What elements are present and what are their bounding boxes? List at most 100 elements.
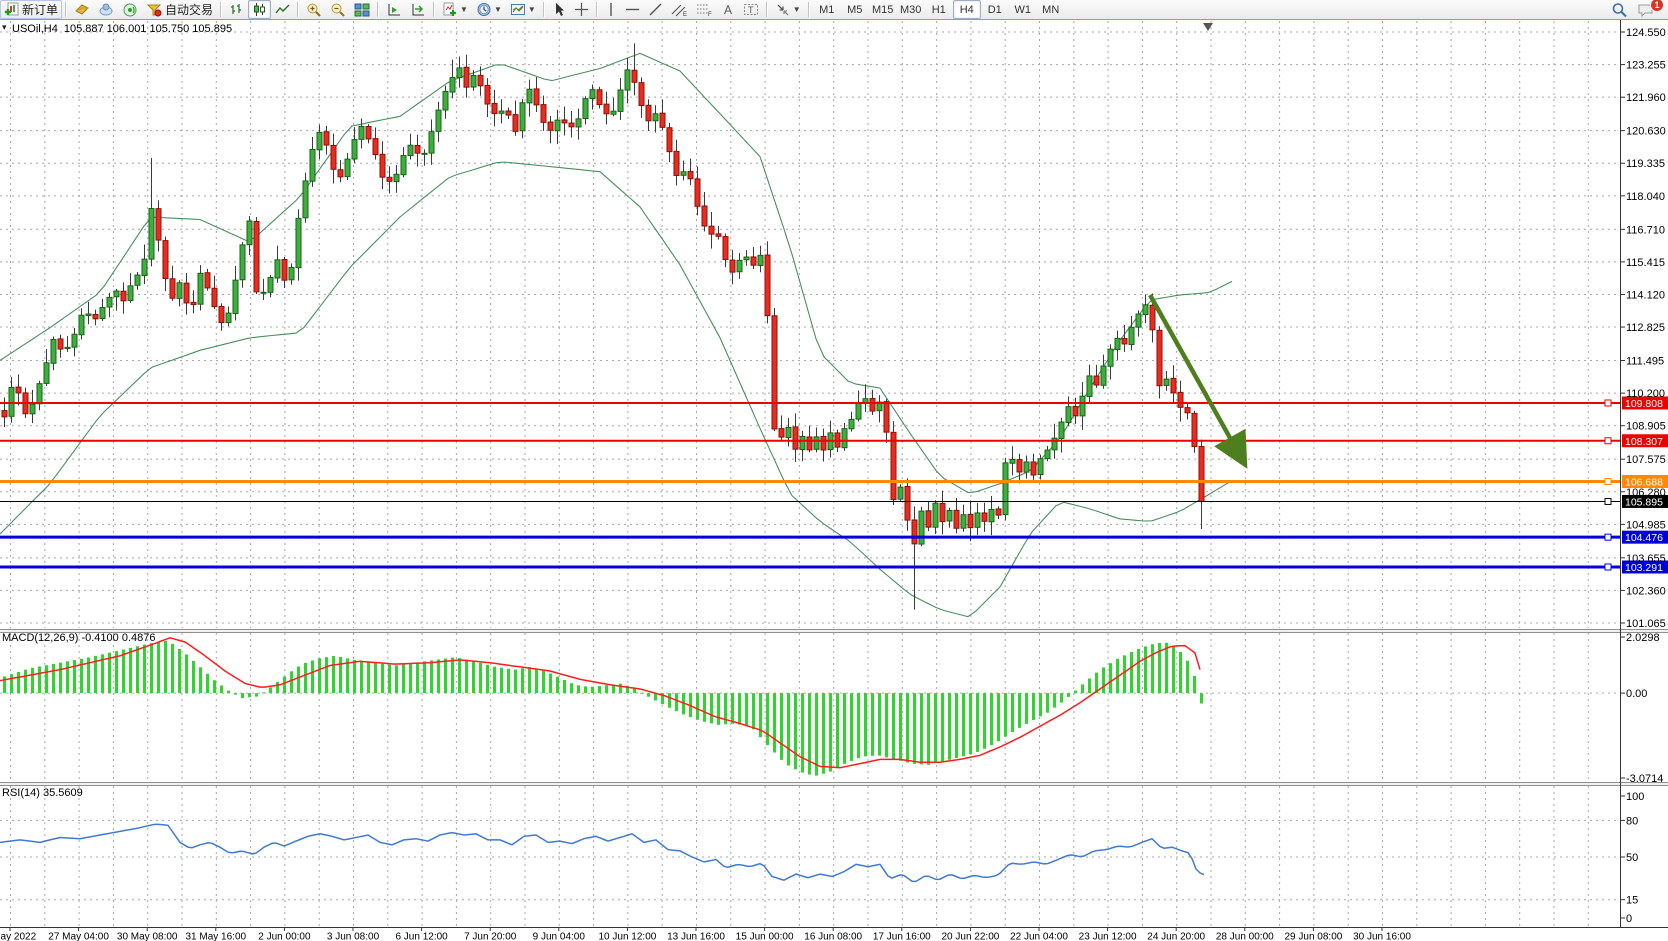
horizontal-line-icon (625, 2, 640, 17)
notifications-button[interactable]: 1 (1633, 0, 1660, 19)
indicators-button[interactable]: ▼ (438, 0, 472, 19)
timeframe-button-m1[interactable]: M1 (813, 0, 841, 19)
timeframe-button-m5[interactable]: M5 (841, 0, 869, 19)
svg-text:50: 50 (1626, 852, 1638, 864)
signal-button[interactable] (118, 0, 142, 19)
new-order-icon (4, 2, 19, 17)
crosshair-icon (574, 2, 589, 17)
line-chart-icon (275, 2, 290, 17)
notification-badge: 1 (1650, 0, 1664, 12)
bar-chart-button[interactable] (225, 0, 248, 19)
timeframe-button-w1[interactable]: W1 (1009, 0, 1037, 19)
main-toolbar: 新订单 自动交易 ▼ ▼ (0, 0, 1668, 19)
candle-chart-button[interactable] (248, 0, 271, 19)
svg-text:2.0298: 2.0298 (1626, 632, 1660, 644)
auto-scroll-button[interactable] (406, 0, 430, 19)
svg-text:108.307: 108.307 (1625, 436, 1663, 448)
equidistant-channel-icon: E (671, 2, 688, 17)
svg-text:114.120: 114.120 (1626, 289, 1665, 301)
shapes-button[interactable]: ▼ (771, 0, 805, 19)
search-button[interactable] (1607, 0, 1633, 19)
toolbar-separator (766, 2, 768, 17)
crosshair-button[interactable] (570, 0, 593, 19)
svg-text:104.476: 104.476 (1625, 532, 1663, 544)
macd-indicator-label: MACD(12,26,9) -0.4100 0.4876 (2, 632, 155, 644)
toolbar-separator (596, 2, 598, 17)
zoom-out-icon (330, 2, 346, 17)
timeframe-button-mn[interactable]: MN (1037, 0, 1065, 19)
svg-text:A: A (724, 3, 732, 17)
market-watch-button[interactable] (70, 0, 94, 19)
tile-windows-button[interactable] (350, 0, 374, 19)
candle-chart-icon (252, 2, 267, 17)
dropdown-caret-icon: ▼ (460, 5, 468, 14)
chart-shift-button[interactable] (382, 0, 406, 19)
auto-trading-label: 自动交易 (165, 1, 213, 18)
trendline-icon (648, 2, 663, 17)
chart-canvas[interactable]: 109.808108.307106.688104.476103.291105.8… (0, 20, 1668, 941)
arrows-shapes-icon (775, 2, 791, 17)
bar-chart-icon (229, 2, 244, 17)
signal-icon (122, 2, 138, 17)
line-chart-button[interactable] (271, 0, 294, 19)
svg-text:80: 80 (1626, 815, 1638, 827)
svg-text:0.00: 0.00 (1626, 688, 1647, 700)
timeframe-group: M1M5M15M30H1H4D1W1MN (813, 0, 1065, 19)
vertical-line-button[interactable] (601, 0, 621, 19)
zoom-out-button[interactable] (326, 0, 350, 19)
timeframe-button-m15[interactable]: M15 (869, 0, 897, 19)
timeframe-button-d1[interactable]: D1 (981, 0, 1009, 19)
toolbar-separator (433, 2, 435, 17)
chart-title: USOil,H4 105.887 106.001 105.750 105.895 (12, 23, 232, 35)
toolbar-separator (377, 2, 379, 17)
new-order-label: 新订单 (22, 1, 58, 18)
svg-text:103.655: 103.655 (1626, 553, 1666, 565)
svg-text:112.825: 112.825 (1626, 322, 1665, 334)
svg-text:120.630: 120.630 (1626, 126, 1666, 138)
trendline-button[interactable] (644, 0, 667, 19)
svg-text:106.280: 106.280 (1626, 487, 1666, 499)
svg-text:121.960: 121.960 (1626, 92, 1666, 104)
toolbar-separator (220, 2, 222, 17)
timeframe-button-h1[interactable]: H1 (925, 0, 953, 19)
cursor-button[interactable] (548, 0, 570, 19)
periods-button[interactable]: ▼ (472, 0, 506, 19)
vertical-line-icon (605, 2, 617, 17)
timeframe-button-h4[interactable]: H4 (953, 0, 981, 19)
svg-text:104.985: 104.985 (1626, 519, 1666, 531)
svg-text:119.335: 119.335 (1626, 158, 1665, 170)
svg-text:-3.0714: -3.0714 (1626, 773, 1663, 785)
text-icon: A (721, 2, 735, 17)
text-button[interactable]: A (717, 0, 739, 19)
svg-text:100: 100 (1626, 791, 1644, 803)
horizontal-line-button[interactable] (621, 0, 644, 19)
svg-text:T: T (748, 5, 754, 15)
fibonacci-button[interactable]: F (692, 0, 717, 19)
svg-text:124.550: 124.550 (1626, 27, 1666, 39)
svg-text:123.255: 123.255 (1626, 60, 1666, 72)
svg-text:0: 0 (1626, 913, 1632, 925)
chart-ohlc-values: 105.887 106.001 105.750 105.895 (64, 23, 232, 35)
publish-button[interactable] (94, 0, 118, 19)
chart-window: 109.808108.307106.688104.476103.291105.8… (0, 19, 1668, 941)
rsi-indicator-label: RSI(14) 35.5609 (2, 787, 83, 799)
equidistant-channel-button[interactable]: E (667, 0, 692, 19)
svg-text:15: 15 (1626, 895, 1638, 907)
fibonacci-icon: F (696, 2, 713, 17)
zoom-in-button[interactable] (302, 0, 326, 19)
clock-icon (476, 2, 492, 17)
svg-text:108.905: 108.905 (1626, 421, 1666, 433)
auto-scroll-icon (410, 2, 426, 17)
templates-button[interactable]: ▼ (506, 0, 540, 19)
svg-text:110.200: 110.200 (1626, 388, 1665, 400)
subwindow-marker-icon[interactable]: ▾ (2, 22, 7, 33)
chart-shift-icon (386, 2, 402, 17)
cursor-icon (552, 2, 566, 17)
search-icon (1611, 2, 1629, 18)
timeframe-button-m30[interactable]: M30 (897, 0, 925, 19)
new-order-button[interactable]: 新订单 (0, 0, 62, 19)
svg-text:107.575: 107.575 (1626, 454, 1666, 466)
text-label-button[interactable]: T (739, 0, 763, 19)
auto-trading-button[interactable]: 自动交易 (142, 0, 217, 19)
chart-symbol-period: USOil,H4 (12, 23, 58, 35)
